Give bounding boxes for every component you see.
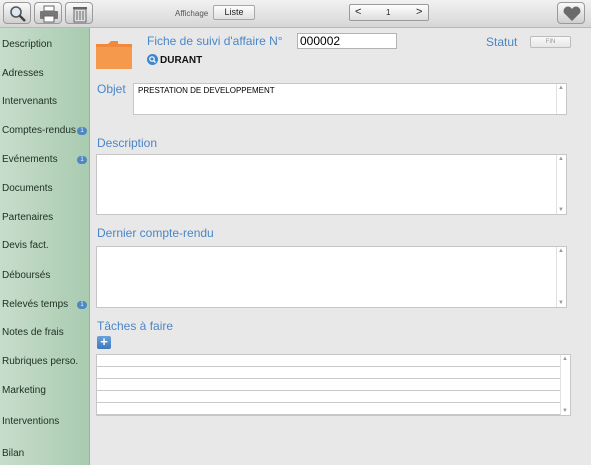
favorite-button[interactable]	[557, 2, 585, 24]
sidebar-item-releves-temps[interactable]: Relevés temps	[2, 299, 68, 310]
scroll-down-icon[interactable]: ▼	[562, 408, 568, 414]
delete-button[interactable]	[65, 2, 93, 24]
scroll-up-icon[interactable]: ▲	[558, 85, 564, 91]
sidebar-item-intervenants[interactable]: Intervenants	[2, 96, 57, 107]
printer-icon	[40, 5, 58, 23]
sidebar-item-debourses[interactable]: Déboursés	[2, 270, 50, 281]
pager: < 1 >	[349, 4, 429, 21]
taches-label: Tâches à faire	[97, 319, 174, 333]
objet-field[interactable]: PRESTATION DE DEVELOPPEMENT ▲	[133, 83, 567, 115]
table-row[interactable]	[97, 355, 561, 367]
scroll-up-icon[interactable]: ▲	[558, 248, 564, 254]
releves-temps-count-badge: 1	[77, 301, 87, 309]
evenements-count-badge: 1	[77, 156, 87, 164]
table-row[interactable]	[97, 367, 561, 379]
sidebar-item-marketing[interactable]: Marketing	[2, 385, 46, 396]
sidebar-item-description[interactable]: Description	[2, 39, 52, 50]
sidebar-item-notes-de-frais[interactable]: Notes de frais	[2, 327, 64, 338]
dernier-compte-rendu-scrollbar[interactable]: ▲ ▼	[556, 247, 566, 307]
objet-label: Objet	[97, 82, 126, 96]
user-name: DURANT	[160, 55, 203, 66]
objet-scrollbar[interactable]: ▲	[556, 84, 566, 114]
comptes-rendus-count-badge: 1	[77, 127, 87, 135]
sidebar-item-rubriques-perso[interactable]: Rubriques perso.	[2, 356, 78, 367]
description-scrollbar[interactable]: ▲ ▼	[556, 155, 566, 214]
scroll-up-icon[interactable]: ▲	[562, 356, 568, 362]
toolbar: Affichage Liste < 1 >	[0, 0, 591, 28]
dernier-compte-rendu-field[interactable]: ▲ ▼	[96, 246, 567, 308]
sidebar-item-partenaires[interactable]: Partenaires	[2, 212, 53, 223]
scroll-down-icon[interactable]: ▼	[558, 207, 564, 213]
print-button[interactable]	[34, 2, 62, 24]
description-label: Description	[97, 136, 158, 150]
trash-icon	[73, 7, 87, 23]
heart-icon	[563, 6, 581, 21]
scroll-up-icon[interactable]: ▲	[558, 156, 564, 162]
record-number: 1	[386, 8, 391, 17]
user-search-icon[interactable]	[147, 54, 158, 65]
dernier-compte-rendu-label: Dernier compte-rendu	[97, 226, 214, 240]
table-row[interactable]	[97, 391, 561, 403]
magnifier-icon	[10, 6, 26, 22]
affichage-label: Affichage	[175, 9, 209, 18]
liste-button[interactable]: Liste	[213, 5, 255, 20]
statut-label: Statut	[486, 35, 518, 49]
page-title: Fiche de suivi d'affaire N°	[147, 34, 283, 48]
add-task-button[interactable]: +	[97, 335, 111, 349]
sidebar: Description Adresses Intervenants Compte…	[0, 28, 90, 465]
folder-icon	[96, 41, 132, 69]
sidebar-item-comptes-rendus[interactable]: Comptes-rendus	[2, 125, 76, 136]
tasks-table: ▲ ▼	[96, 354, 571, 416]
statut-fin-button[interactable]: FIN	[530, 36, 571, 48]
search-button[interactable]	[3, 2, 31, 24]
sidebar-item-evenements[interactable]: Evénements	[2, 154, 58, 165]
table-row[interactable]	[97, 403, 561, 415]
next-record-button[interactable]: >	[416, 6, 422, 18]
description-field[interactable]: ▲ ▼	[96, 154, 567, 215]
scroll-down-icon[interactable]: ▼	[558, 300, 564, 306]
main-form: Fiche de suivi d'affaire N° 000002 Statu…	[90, 28, 591, 465]
tasks-scrollbar[interactable]: ▲ ▼	[560, 355, 570, 415]
sidebar-item-documents[interactable]: Documents	[2, 183, 53, 194]
sidebar-item-adresses[interactable]: Adresses	[2, 68, 44, 79]
sidebar-item-interventions[interactable]: Interventions	[2, 416, 59, 427]
table-row[interactable]	[97, 379, 561, 391]
prev-record-button[interactable]: <	[355, 6, 361, 18]
sidebar-item-bilan[interactable]: Bilan	[2, 448, 24, 459]
objet-value: PRESTATION DE DEVELOPPEMENT	[138, 86, 275, 95]
sidebar-item-devis-fact[interactable]: Devis fact.	[2, 240, 49, 251]
affaire-number-field[interactable]: 000002	[297, 33, 397, 49]
